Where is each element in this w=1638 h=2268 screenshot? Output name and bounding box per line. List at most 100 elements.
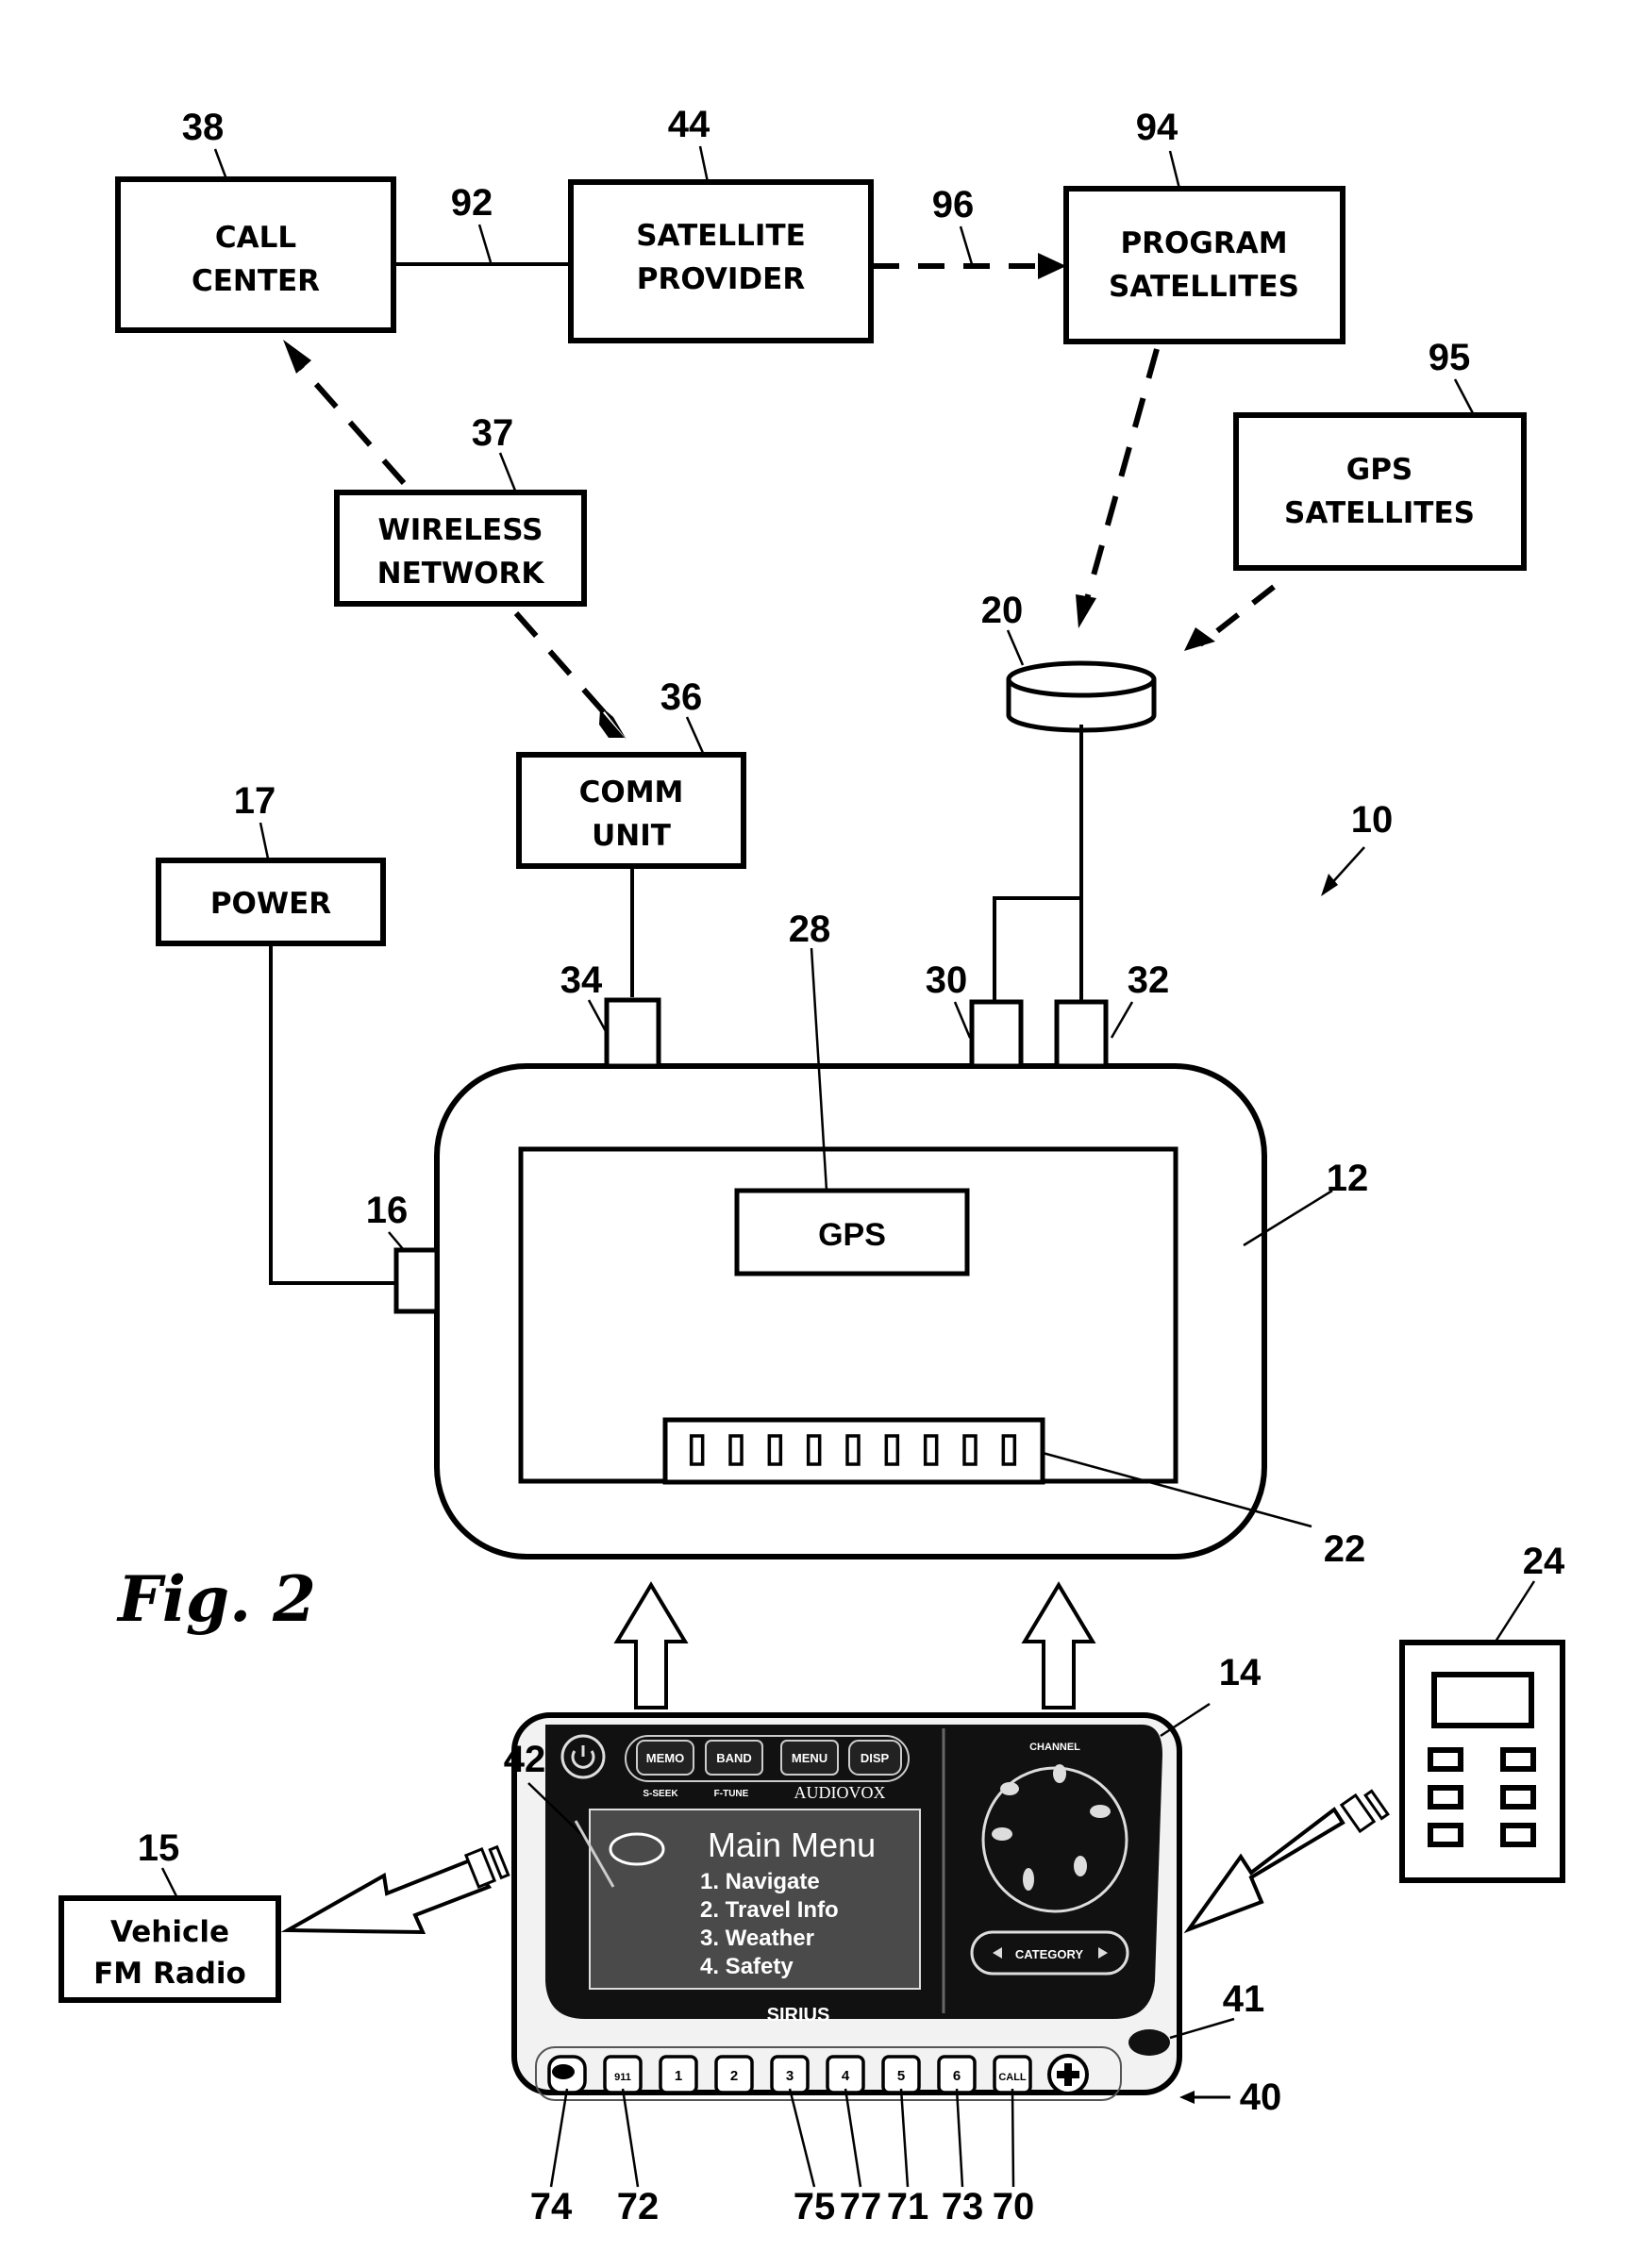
port-a bbox=[969, 999, 1024, 1069]
ref-34: 34 bbox=[560, 959, 603, 1001]
ref-12: 12 bbox=[1327, 1158, 1369, 1199]
figure-title: Fig. 2 bbox=[116, 1562, 316, 1636]
ref-95: 95 bbox=[1429, 337, 1471, 378]
device-screen: Main Menu 1. Navigate 2. Travel Info 3. … bbox=[589, 1809, 921, 1990]
leader-20 bbox=[1006, 629, 1025, 666]
signal-arrow-remote-to-device bbox=[1183, 1789, 1390, 1934]
call-center-label-1: CALL bbox=[215, 221, 296, 255]
key-ref-72: 72 bbox=[617, 2186, 660, 2227]
gps-satellites-block: GPS SATELLITES bbox=[1233, 412, 1527, 571]
keypad-key[interactable]: 2 bbox=[714, 2055, 754, 2094]
leader-37 bbox=[498, 452, 517, 492]
remote-button[interactable] bbox=[1428, 1747, 1463, 1772]
arrowhead-96 bbox=[1038, 253, 1066, 279]
leader-24 bbox=[1494, 1580, 1536, 1643]
device-power-button[interactable] bbox=[560, 1734, 606, 1779]
arrowhead-40 bbox=[1179, 2091, 1195, 2104]
ref-32: 32 bbox=[1128, 959, 1170, 1001]
connector-pin bbox=[845, 1434, 861, 1466]
keypad-key[interactable] bbox=[1047, 2054, 1089, 2095]
remote-button[interactable] bbox=[1428, 1823, 1463, 1847]
comm-unit-label-2: UNIT bbox=[592, 819, 671, 853]
key-ref-75: 75 bbox=[794, 2186, 836, 2227]
category-selector[interactable]: CATEGORY bbox=[970, 1930, 1129, 1976]
sub-label-tune: F-TUNE bbox=[714, 1789, 749, 1799]
key-label: 1 bbox=[675, 2068, 682, 2084]
ref-30: 30 bbox=[926, 959, 968, 1001]
keypad-key[interactable]: 5 bbox=[881, 2055, 921, 2094]
aaa-logo-icon bbox=[552, 2064, 575, 2079]
remote-control bbox=[1399, 1640, 1565, 1883]
key-label: 6 bbox=[953, 2068, 961, 2084]
power-label: POWER bbox=[210, 887, 331, 921]
key-leader bbox=[899, 2088, 910, 2188]
satellite-provider-label-2: PROVIDER bbox=[637, 262, 806, 296]
link-gps-sats-antenna bbox=[1198, 584, 1276, 647]
ref-44: 44 bbox=[668, 104, 710, 145]
disp-button-label: DISP bbox=[861, 1751, 890, 1765]
keypad-key[interactable]: 6 bbox=[937, 2055, 977, 2094]
link-program-sats-antenna bbox=[1084, 348, 1160, 600]
keypad-key[interactable]: 3 bbox=[770, 2055, 810, 2094]
call-center-label-2: CENTER bbox=[192, 264, 320, 298]
leader-17 bbox=[259, 822, 270, 859]
connector-pin bbox=[806, 1434, 822, 1466]
ref-24: 24 bbox=[1523, 1541, 1565, 1582]
band-button[interactable]: BAND bbox=[705, 1740, 763, 1776]
ref-14: 14 bbox=[1219, 1652, 1262, 1693]
remote-button[interactable] bbox=[1500, 1747, 1536, 1772]
key-ref-77: 77 bbox=[840, 2186, 882, 2227]
leader-95 bbox=[1453, 378, 1476, 416]
leader-36 bbox=[685, 716, 705, 754]
remote-button[interactable] bbox=[1500, 1785, 1536, 1809]
menu-item-travel-info[interactable]: 2. Travel Info bbox=[700, 1897, 839, 1923]
connector-pin bbox=[1001, 1434, 1017, 1466]
keypad-key[interactable]: 1 bbox=[659, 2055, 698, 2094]
key-reference-labels: 74 72 75 77 71 73 70 bbox=[530, 2088, 1035, 2227]
keypad-key[interactable]: CALL bbox=[993, 2055, 1032, 2094]
key-ref-70: 70 bbox=[993, 2186, 1035, 2227]
antenna bbox=[1006, 660, 1157, 733]
arrowhead-program-to-antenna bbox=[1076, 594, 1096, 628]
patent-figure: CALL CENTER 38 SATELLITE PROVIDER 44 PRO… bbox=[58, 104, 1565, 2227]
keypad-key[interactable] bbox=[547, 2055, 587, 2094]
key-leader bbox=[955, 2088, 964, 2188]
mode-switch[interactable] bbox=[1128, 2029, 1170, 2056]
up-arrow-right bbox=[1021, 1581, 1096, 1709]
menu-item-navigate[interactable]: 1. Navigate bbox=[700, 1869, 820, 1894]
keypad-key[interactable]: 4 bbox=[826, 2055, 865, 2094]
remote-button[interactable] bbox=[1500, 1823, 1536, 1847]
memo-button[interactable]: MEMO bbox=[636, 1740, 694, 1776]
menu-button[interactable]: MENU bbox=[780, 1740, 839, 1776]
keypad-key[interactable]: 911 bbox=[603, 2055, 643, 2094]
connector-pin bbox=[884, 1434, 900, 1466]
leader-15 bbox=[160, 1867, 179, 1899]
connector-22 bbox=[662, 1417, 1045, 1485]
key-label: CALL bbox=[998, 2072, 1027, 2083]
key-ref-71: 71 bbox=[887, 2186, 929, 2227]
disp-button[interactable]: DISP bbox=[848, 1740, 902, 1776]
ref-36: 36 bbox=[660, 676, 703, 718]
connector-pin bbox=[962, 1434, 978, 1466]
ref-20: 20 bbox=[981, 590, 1024, 631]
remote-button[interactable] bbox=[1428, 1785, 1463, 1809]
key-leader bbox=[788, 2088, 816, 2188]
wireless-network-block: WIRELESS NETWORK bbox=[334, 490, 587, 607]
key-label: 5 bbox=[897, 2068, 905, 2084]
ref-16: 16 bbox=[366, 1190, 409, 1231]
menu-item-safety[interactable]: 4. Safety bbox=[700, 1954, 794, 1979]
call-center-block: CALL CENTER bbox=[115, 176, 396, 333]
key-label: 911 bbox=[614, 2072, 631, 2083]
signal-arrow-device-to-radio bbox=[280, 1844, 510, 1935]
vehicle-fm-radio-block: Vehicle FM Radio bbox=[58, 1895, 281, 2003]
ref-94: 94 bbox=[1136, 107, 1178, 148]
comm-port bbox=[604, 997, 661, 1069]
comm-unit-block: COMM UNIT bbox=[516, 752, 746, 869]
vehicle-fm-radio-label-2: FM Radio bbox=[93, 1957, 246, 1991]
connector-pin bbox=[767, 1434, 783, 1466]
leader-96 bbox=[959, 225, 974, 265]
leader-44 bbox=[698, 145, 710, 183]
memo-button-label: MEMO bbox=[646, 1751, 684, 1765]
menu-item-weather[interactable]: 3. Weather bbox=[700, 1926, 814, 1951]
wireless-network-label-1: WIRELESS bbox=[378, 513, 543, 547]
